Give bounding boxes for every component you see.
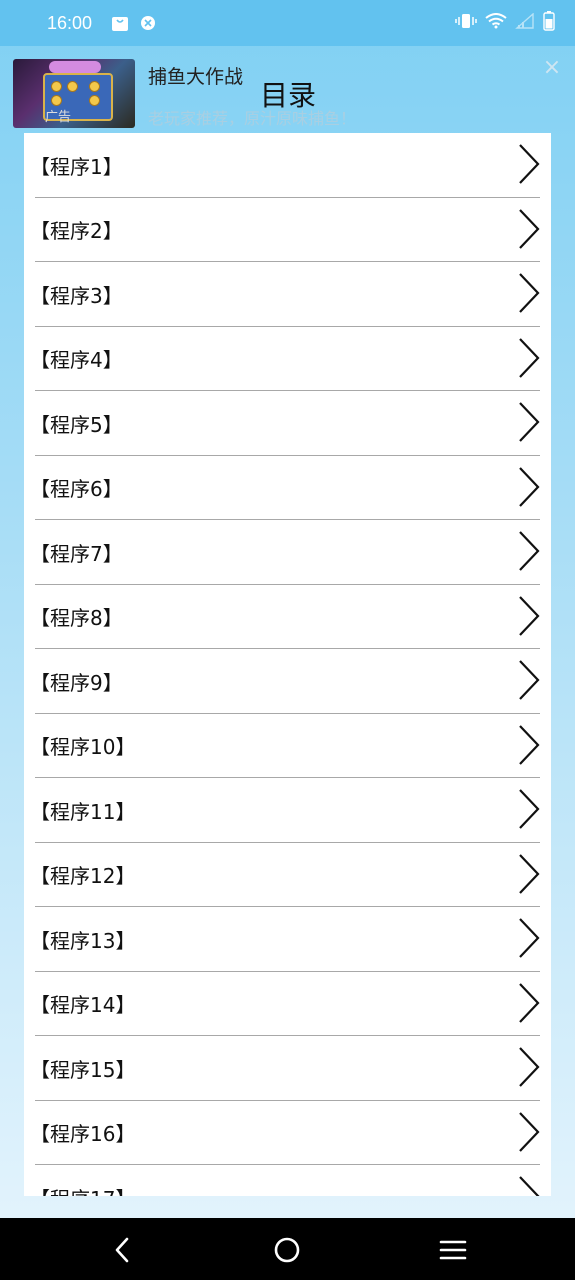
list-item[interactable]: 【程序1】 — [24, 133, 551, 198]
list-item-label: 【程序5】 — [30, 412, 123, 437]
chevron-right-icon — [519, 1176, 540, 1196]
list-item[interactable]: 【程序8】 — [24, 585, 551, 650]
list-item-label: 【程序6】 — [30, 477, 123, 502]
list-item-label: 【程序17】 — [30, 1183, 135, 1196]
battery-icon — [543, 11, 555, 35]
chevron-right-icon — [519, 144, 540, 184]
chevron-right-icon — [519, 853, 540, 894]
status-bar: 16:00 — [0, 0, 575, 46]
list-item-label: 【程序2】 — [30, 219, 123, 244]
chevron-right-icon — [519, 724, 540, 765]
list-item-label: 【程序10】 — [30, 735, 136, 760]
list-item-label: 【程序12】 — [30, 864, 136, 889]
list-item[interactable]: 【程序11】 — [24, 778, 551, 843]
chevron-right-icon — [519, 789, 540, 829]
list-item[interactable]: 【程序16】 — [24, 1101, 551, 1166]
status-icons — [455, 11, 555, 35]
vibrate-icon — [455, 13, 477, 33]
list-item-label: 【程序9】 — [30, 670, 123, 695]
list-item-label: 【程序1】 — [30, 154, 123, 179]
ad-subtitle: 老玩家推荐，原汁原味捕鱼！ — [148, 109, 357, 128]
chevron-right-icon — [519, 1047, 540, 1087]
chevron-right-icon — [519, 466, 540, 507]
program-list: 【程序1】【程序2】【程序3】【程序4】【程序5】【程序6】【程序7】【程序8】… — [24, 133, 551, 1196]
list-item[interactable]: 【程序14】 — [24, 972, 551, 1037]
list-item-label: 【程序8】 — [30, 606, 123, 631]
signal-icon — [515, 12, 535, 33]
list-item[interactable]: 【程序13】 — [24, 907, 551, 972]
list-item-label: 【程序13】 — [30, 928, 136, 953]
chevron-right-icon — [519, 918, 540, 958]
list-item[interactable]: 【程序9】 — [24, 649, 551, 714]
list-item[interactable]: 【程序2】 — [24, 198, 551, 263]
ad-title[interactable]: 捕鱼大作战 — [148, 62, 243, 89]
menu-icon[interactable] — [437, 1234, 469, 1266]
list-item[interactable]: 【程序15】 — [24, 1036, 551, 1101]
chevron-right-icon — [519, 595, 540, 636]
list-item[interactable]: 【程序10】 — [24, 714, 551, 779]
list-item[interactable]: 【程序6】 — [24, 456, 551, 521]
chevron-right-icon — [519, 273, 540, 313]
list-item-label: 【程序4】 — [30, 348, 123, 373]
chevron-right-icon — [519, 402, 540, 442]
chevron-right-icon — [519, 208, 540, 249]
chevron-right-icon — [519, 1111, 540, 1152]
page-title: 目录 — [260, 79, 317, 112]
nav-bar — [0, 1218, 575, 1280]
bag-icon — [110, 13, 130, 33]
close-icon[interactable]: × — [540, 56, 564, 80]
list-item[interactable]: 【程序12】 — [24, 843, 551, 908]
list-item-label: 【程序3】 — [30, 283, 123, 308]
list-item-label: 【程序15】 — [30, 1057, 136, 1082]
list-item[interactable]: 【程序4】 — [24, 327, 551, 392]
list-item-label: 【程序7】 — [30, 541, 123, 566]
list-item[interactable]: 【程序3】 — [24, 262, 551, 327]
wifi-icon — [485, 13, 507, 33]
chevron-right-icon — [519, 660, 540, 700]
home-icon[interactable] — [271, 1234, 303, 1266]
chevron-right-icon — [519, 531, 540, 571]
shield-icon — [138, 13, 158, 33]
list-item[interactable]: 【程序17】 — [24, 1165, 551, 1196]
list-item-label: 【程序16】 — [30, 1122, 136, 1147]
list-item[interactable]: 【程序7】 — [24, 520, 551, 585]
back-icon[interactable] — [106, 1234, 138, 1266]
ad-thumbnail[interactable]: 广告 — [13, 59, 135, 128]
chevron-right-icon — [519, 337, 540, 378]
chevron-right-icon — [519, 982, 540, 1023]
list-item-label: 【程序11】 — [30, 799, 136, 824]
ad-label: 广告 — [45, 110, 72, 125]
list-item[interactable]: 【程序5】 — [24, 391, 551, 456]
status-time: 16:00 — [47, 12, 93, 33]
list-item-label: 【程序14】 — [30, 993, 136, 1018]
